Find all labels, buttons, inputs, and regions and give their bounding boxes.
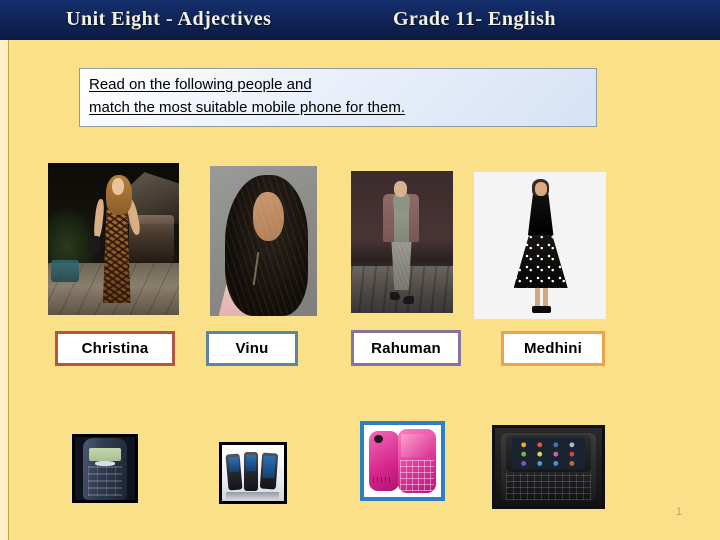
photo-rahuman-head [393, 180, 408, 197]
photo-medhini-face [534, 182, 547, 196]
phone-image-nokia-candybar[interactable] [72, 434, 138, 503]
photo-medhini-leg-left [534, 286, 540, 308]
photo-medhini-leg-right [542, 286, 548, 308]
grade-title: Grade 11- English [393, 8, 556, 30]
photo-christina [48, 163, 179, 315]
trio-screen-middle [246, 455, 257, 471]
trio-screen-left [228, 456, 240, 473]
slide: Unit Eight - Adjectives Grade 11- Englis… [0, 0, 720, 540]
nokia-keypad [88, 465, 122, 497]
instruction-line-1: Read on the following people and [89, 76, 312, 93]
trio-reflection [225, 492, 280, 500]
samsung-qwerty-keyboard [505, 473, 592, 500]
pink-phone-speaker-grille [373, 476, 394, 482]
photo-christina-pool [50, 260, 80, 282]
samsung-app-icon-grid [512, 438, 585, 470]
phone-image-pink-qwerty[interactable] [360, 421, 445, 501]
photo-rahuman-shoe-left [389, 291, 400, 301]
photo-vinu [210, 166, 317, 316]
pink-phone-screen [400, 434, 434, 458]
header-band: Unit Eight - Adjectives Grade 11- Englis… [0, 0, 720, 40]
name-label-medhini[interactable]: Medhini [501, 331, 605, 366]
pink-phone-keyboard [400, 460, 435, 491]
photo-christina-face [112, 178, 124, 195]
phone-image-samsung-slider[interactable] [492, 425, 605, 509]
unit-title: Unit Eight - Adjectives [66, 8, 272, 30]
page-number: 1 [675, 506, 682, 518]
phone-image-three-slim-phones[interactable] [219, 442, 287, 504]
photo-rahuman [351, 171, 453, 313]
instruction-box: Read on the following people and match t… [79, 68, 597, 127]
left-margin-strip [0, 40, 8, 540]
photo-medhini-shoes [532, 305, 551, 314]
photo-medhini [474, 172, 606, 319]
nokia-screen [89, 448, 121, 461]
photo-vinu-hair-texture [224, 175, 309, 316]
instruction-line-2: match the most suitable mobile phone for… [89, 99, 405, 116]
name-label-christina[interactable]: Christina [55, 331, 175, 366]
name-label-vinu[interactable]: Vinu [206, 331, 298, 366]
left-vertical-rule [8, 40, 9, 540]
trio-screen-right [262, 455, 276, 479]
photo-christina-clutch [88, 235, 101, 255]
name-label-rahuman[interactable]: Rahuman [351, 330, 461, 366]
photo-rahuman-shoe-right [403, 295, 415, 305]
